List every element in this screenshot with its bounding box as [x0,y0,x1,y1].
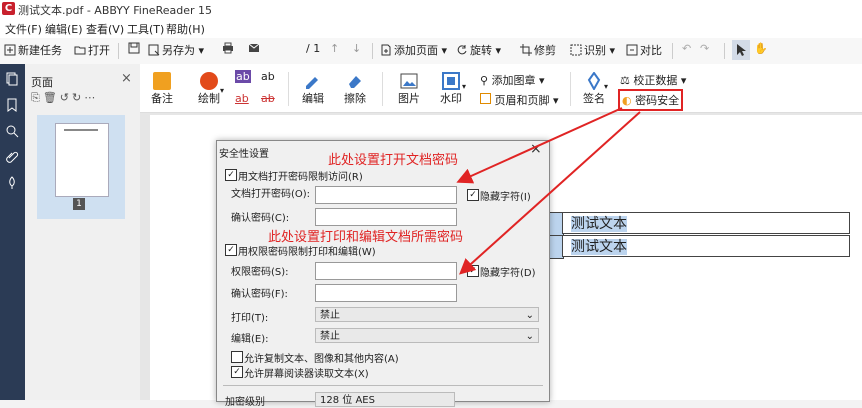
arrow-to-open-password [456,107,623,184]
annotation-arrows [456,107,641,275]
arrow-to-permission-password [459,111,641,275]
